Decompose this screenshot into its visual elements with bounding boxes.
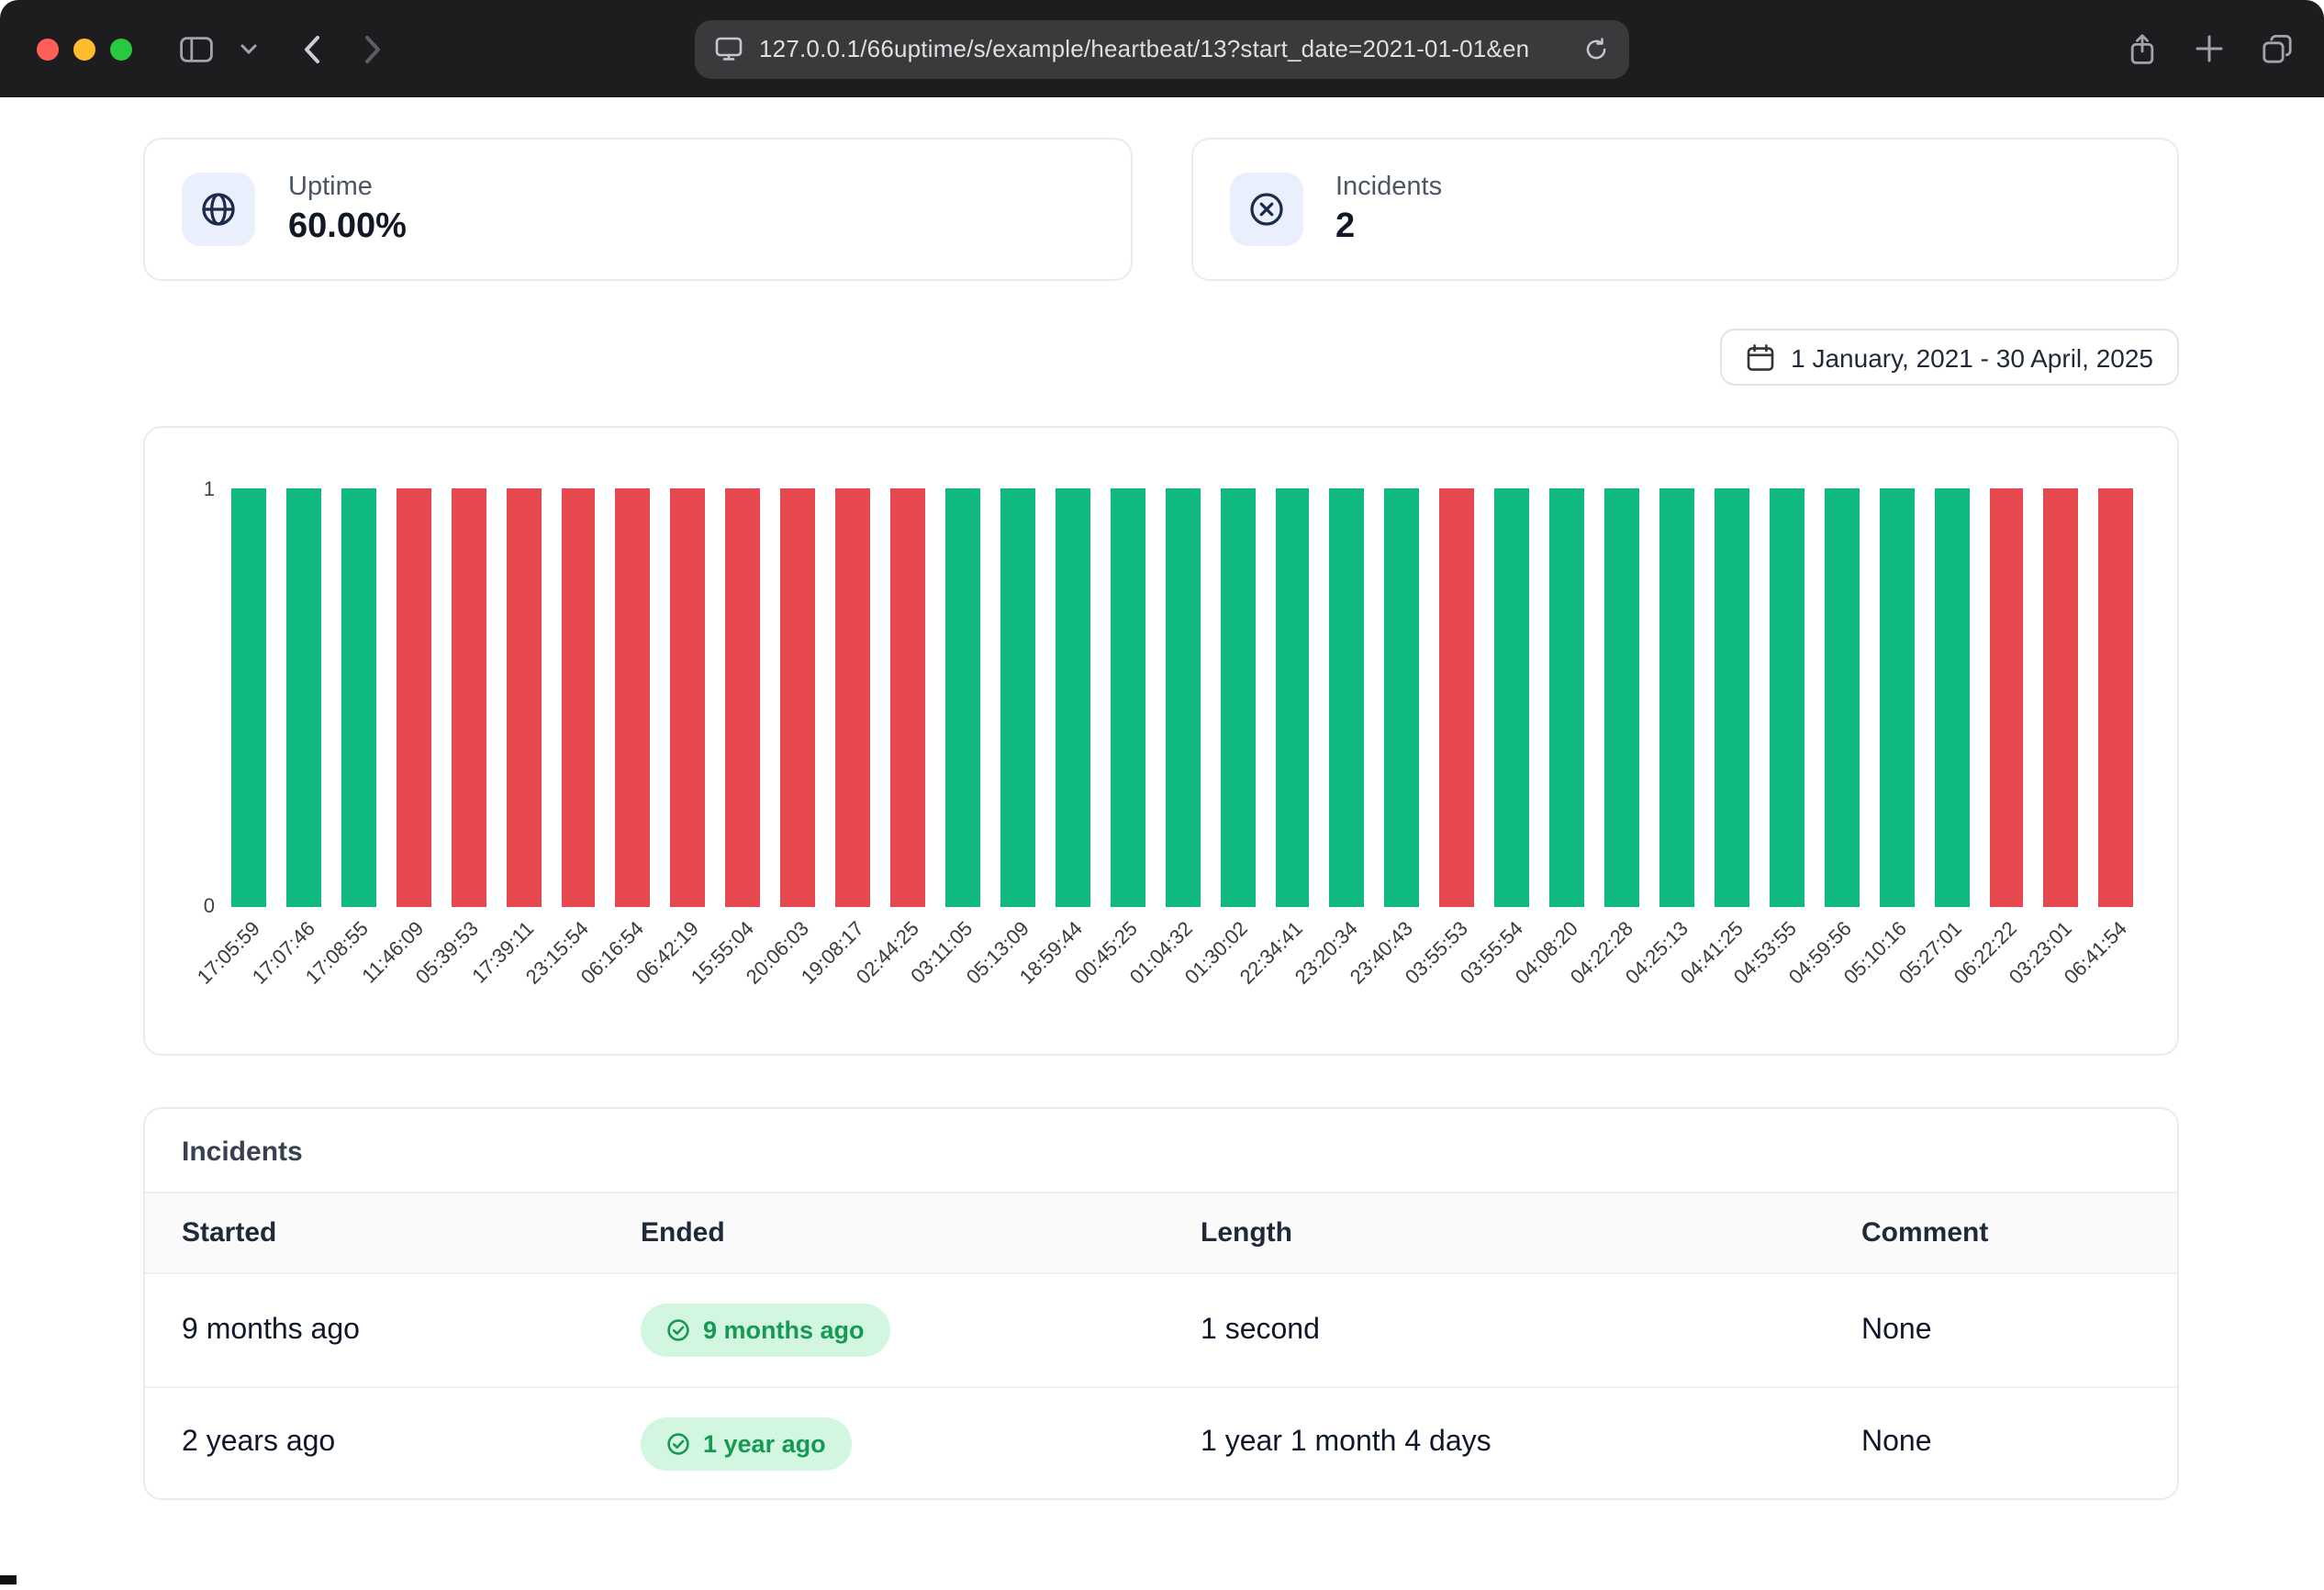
chart-bar[interactable] — [506, 488, 541, 907]
chart-bar[interactable] — [1165, 488, 1200, 907]
incidents-table-title: Incidents — [145, 1109, 2177, 1192]
chevron-down-icon[interactable] — [240, 43, 257, 54]
y-tick-1: 1 — [204, 479, 215, 501]
check-circle-icon — [666, 1318, 690, 1342]
col-started: Started — [182, 1217, 641, 1248]
back-button[interactable] — [303, 34, 321, 63]
check-circle-icon — [666, 1431, 690, 1455]
window-controls — [37, 38, 132, 60]
x-circle-icon — [1229, 173, 1302, 246]
chart-bar[interactable] — [616, 488, 651, 907]
status-badge: 1 year ago — [641, 1416, 852, 1470]
chart-bar[interactable] — [1111, 488, 1145, 907]
table-row: 9 months ago 9 months ago 1 second — [145, 1274, 2177, 1386]
chart-bar[interactable] — [1494, 488, 1529, 907]
share-icon[interactable] — [2128, 32, 2157, 65]
chart-bar[interactable] — [1385, 488, 1420, 907]
chart-bar[interactable] — [835, 488, 870, 907]
chart-bar[interactable] — [945, 488, 980, 907]
cell-ended: 1 year ago — [703, 1429, 826, 1457]
globe-icon — [182, 173, 255, 246]
status-badge: 9 months ago — [641, 1304, 890, 1357]
chart-bar[interactable] — [561, 488, 596, 907]
stats-row: Uptime 60.00% Incidents 2 — [143, 138, 2179, 281]
chart-bar[interactable] — [1275, 488, 1310, 907]
reload-icon[interactable] — [1583, 36, 1609, 62]
chart-bar[interactable] — [341, 488, 376, 907]
chart-bar[interactable] — [1056, 488, 1090, 907]
browser-toolbar: 127.0.0.1/66uptime/s/example/heartbeat/1… — [0, 0, 2324, 97]
close-button[interactable] — [37, 38, 59, 60]
chart-x-tick: 06:41:54 — [2099, 907, 2134, 1050]
chart-bar[interactable] — [780, 488, 815, 907]
calendar-icon — [1745, 342, 1774, 372]
chart-bar[interactable] — [1989, 488, 2024, 907]
cell-length: 1 second — [1201, 1314, 1861, 1347]
chart-bar[interactable] — [1604, 488, 1639, 907]
cell-started: 9 months ago — [182, 1314, 641, 1347]
chart-bar[interactable] — [1330, 488, 1365, 907]
incidents-card: Incidents 2 — [1190, 138, 2179, 281]
chart-bar[interactable] — [890, 488, 925, 907]
cell-comment: None — [1861, 1314, 2140, 1347]
address-bar[interactable]: 127.0.0.1/66uptime/s/example/heartbeat/1… — [695, 19, 1629, 78]
incidents-value: 2 — [1335, 207, 1442, 248]
chart-bar[interactable] — [2044, 488, 2079, 907]
chart-bar[interactable] — [1824, 488, 1859, 907]
uptime-value: 60.00% — [288, 207, 407, 248]
zoom-button[interactable] — [110, 38, 132, 60]
chart-bar[interactable] — [1220, 488, 1255, 907]
chart-bar[interactable] — [231, 488, 266, 907]
chart-bar[interactable] — [286, 488, 321, 907]
chart-bar[interactable] — [1715, 488, 1749, 907]
chart-bar[interactable] — [1440, 488, 1475, 907]
forward-button[interactable] — [363, 34, 382, 63]
tab-overview-icon[interactable] — [2262, 33, 2293, 64]
chart-bar[interactable] — [1549, 488, 1584, 907]
browser-window: 127.0.0.1/66uptime/s/example/heartbeat/1… — [0, 0, 2324, 1590]
chart-bar[interactable] — [1770, 488, 1804, 907]
col-comment: Comment — [1861, 1217, 2140, 1248]
monitor-icon — [715, 37, 743, 61]
minimize-button[interactable] — [73, 38, 95, 60]
page-content: Uptime 60.00% Incidents 2 — [0, 97, 2324, 1500]
incidents-table-card: Incidents Started Ended Length Comment 9… — [143, 1107, 2179, 1500]
chart-bar[interactable] — [1000, 488, 1035, 907]
chart-bar[interactable] — [1934, 488, 1969, 907]
table-row: 2 years ago 1 year ago 1 year 1 month 4 … — [145, 1386, 2177, 1498]
date-range-button[interactable]: 1 January, 2021 - 30 April, 2025 — [1719, 329, 2179, 386]
chart-y-axis: 1 0 — [189, 488, 231, 907]
chart-bar[interactable] — [726, 488, 761, 907]
new-tab-icon[interactable] — [2196, 35, 2223, 62]
date-range-label: 1 January, 2021 - 30 April, 2025 — [1791, 342, 2153, 372]
chart-x-labels: 17:05:5917:07:4617:08:5511:46:0905:39:53… — [231, 907, 2133, 1050]
uptime-card: Uptime 60.00% — [143, 138, 1132, 281]
chart-bar[interactable] — [397, 488, 431, 907]
y-tick-0: 0 — [204, 896, 215, 918]
chart-bar[interactable] — [451, 488, 486, 907]
cell-ended: 9 months ago — [703, 1316, 865, 1344]
col-ended: Ended — [641, 1217, 1201, 1248]
col-length: Length — [1201, 1217, 1861, 1248]
sidebar-toggle-icon[interactable] — [180, 36, 213, 62]
chart-bar[interactable] — [2099, 488, 2134, 907]
chart-bar[interactable] — [1659, 488, 1694, 907]
table-header-row: Started Ended Length Comment — [145, 1192, 2177, 1274]
cell-length: 1 year 1 month 4 days — [1201, 1427, 1861, 1460]
chart-bar[interactable] — [1879, 488, 1914, 907]
screen-artifact — [0, 1575, 17, 1584]
url-text: 127.0.0.1/66uptime/s/example/heartbeat/1… — [759, 35, 1567, 62]
chart-bar[interactable] — [671, 488, 706, 907]
cell-started: 2 years ago — [182, 1427, 641, 1460]
cell-comment: None — [1861, 1427, 2140, 1460]
heartbeat-chart: 1 0 17:05:5917:07:4617:08:5511:46:0905:3… — [143, 426, 2179, 1056]
uptime-label: Uptime — [288, 171, 407, 204]
incidents-label: Incidents — [1335, 171, 1442, 204]
chart-bars — [231, 488, 2133, 907]
